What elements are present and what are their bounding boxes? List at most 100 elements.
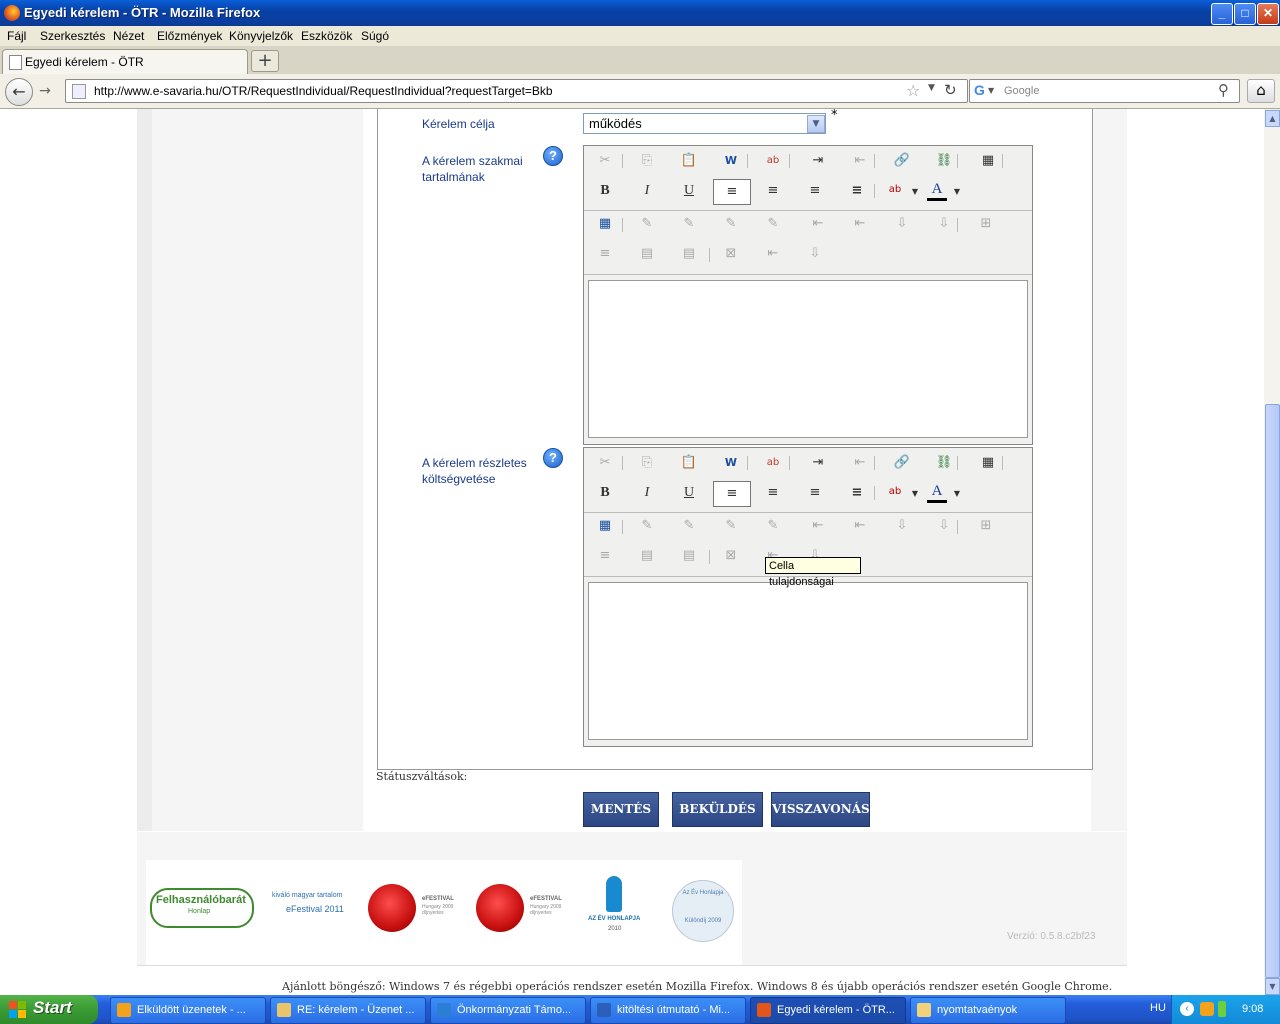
menu-bookmarks[interactable]: Könyvjelzők [229,29,293,43]
link-icon[interactable]: 🔗 [892,151,912,171]
delete-col-icon[interactable]: ⊞ [976,214,996,234]
taskbar-item[interactable]: Egyedi kérelem - ÖTR... [750,997,906,1024]
align-right-button[interactable]: ≡ [805,181,825,201]
efestival-2009-logo-2[interactable]: eFESTIVAL Hungary 2009 díjnyertes [474,884,574,938]
table-split-icon[interactable]: ✎ [763,214,783,234]
withdraw-button[interactable]: VISSZAVONÁS [771,792,870,827]
tray-security-icon[interactable] [1218,1001,1226,1017]
bookmark-star-icon[interactable]: ☆ [906,81,920,100]
table-icon[interactable]: ▦ [978,453,998,473]
underline-button[interactable]: U [679,483,699,503]
table-row-props-icon[interactable]: ✎ [637,214,657,234]
paste-icon[interactable]: 📋 [679,151,699,171]
search-engine-dropdown-icon[interactable]: ▼ [988,86,994,95]
copy-icon[interactable]: ⎘ [637,453,657,473]
bold-button[interactable]: B [595,483,615,503]
new-tab-button[interactable]: + [251,50,279,72]
language-indicator[interactable]: HU [1150,1002,1166,1014]
outdent-icon[interactable]: ⇤ [850,453,870,473]
felhasznalobarat-logo[interactable]: Felhasználóbarát Honlap [150,882,254,930]
clock[interactable]: 9:08 [1242,1003,1263,1015]
underline-button[interactable]: U [679,181,699,201]
link-icon[interactable]: 🔗 [892,453,912,473]
menu-file[interactable]: Fájl [7,29,26,43]
font-color-dropdown-icon[interactable]: ▼ [947,182,967,202]
table-cell-props-icon[interactable]: ✎ [679,214,699,234]
spellcheck-icon[interactable]: ab [763,453,783,473]
help-icon[interactable]: ? [543,448,563,468]
table-merge-icon[interactable]: ✎ [721,214,741,234]
submit-button[interactable]: BEKÜLDÉS [672,792,763,827]
paste-word-icon[interactable]: W [721,453,741,473]
table-icon[interactable]: ▦ [978,151,998,171]
split-cells-icon[interactable]: ≡ [595,546,615,566]
row-before-icon[interactable]: ⇤ [808,214,828,234]
taskbar-item[interactable]: kitöltési útmutató - Mi... [590,997,746,1024]
back-button[interactable]: ← [5,78,33,106]
tray-app-icon[interactable] [1200,1002,1214,1016]
highlight-color-button[interactable]: ab [885,180,905,200]
history-dropdown-icon[interactable]: ▼ [928,83,935,93]
table-split-icon[interactable]: ✎ [763,516,783,536]
minimize-button[interactable]: _ [1211,3,1233,25]
table-merge-icon[interactable]: ✎ [721,516,741,536]
search-icon[interactable]: ⚲ [1218,81,1229,99]
cut-icon[interactable]: ✂ [595,151,615,171]
font-color-button[interactable]: A [927,180,947,201]
az-ev-honlapja-2010-logo[interactable]: AZ ÉV HONLAPJA 2010 [586,876,646,938]
indent-icon[interactable]: ⇥ [808,151,828,171]
italic-button[interactable]: I [637,181,657,201]
address-bar[interactable]: http://www.e-savaria.hu/OTR/RequestIndiv… [65,79,968,103]
table-row-props-icon[interactable]: ✎ [637,516,657,536]
bold-button[interactable]: B [595,181,615,201]
start-button[interactable]: Start [0,995,98,1024]
efestival-2009-logo-1[interactable]: eFESTIVAL Hungary 2009 díjnyertes [366,884,466,938]
align-left-button[interactable]: ≡ [713,481,751,507]
tab-egyedi-kerelem[interactable]: Egyedi kérelem - ÖTR [2,49,248,75]
close-button[interactable]: ✕ [1257,3,1279,25]
tray-expand-icon[interactable]: ‹ [1180,1002,1194,1016]
copy-icon[interactable]: ⎘ [637,151,657,171]
unlink-icon[interactable]: ⛓ [934,453,954,473]
spellcheck-icon[interactable]: ab [763,151,783,171]
delete-row-icon[interactable]: ▤ [679,244,699,264]
scrollbar-thumb[interactable] [1265,404,1280,978]
highlight-color-button[interactable]: ab [885,482,905,502]
home-button[interactable]: ⌂ [1247,79,1275,103]
maximize-button[interactable]: □ [1234,3,1256,25]
highlight-dropdown-icon[interactable]: ▼ [905,182,925,202]
table-cell-props-icon[interactable]: ✎ [679,516,699,536]
google-icon[interactable]: G [974,82,985,98]
taskbar-item[interactable]: RE: kérelem - Üzenet ... [270,997,426,1024]
editor2-text-area[interactable] [588,582,1028,740]
vertical-scrollbar[interactable]: ▲ ▼ [1264,109,1280,995]
search-bar[interactable]: G ▼ Google ⚲ [969,79,1240,103]
italic-button[interactable]: I [637,483,657,503]
insert-col-icon[interactable]: ⇩ [805,244,825,264]
menu-tools[interactable]: Eszközök [301,29,352,43]
font-color-dropdown-icon[interactable]: ▼ [947,484,967,504]
split-cells-icon[interactable]: ≡ [595,244,615,264]
paste-icon[interactable]: 📋 [679,453,699,473]
col-before-icon[interactable]: ⇩ [892,516,912,536]
reload-icon[interactable]: ↻ [944,81,957,99]
taskbar-item[interactable]: Elküldött üzenetek - ... [110,997,266,1024]
efestival-2011-logo[interactable]: kiváló magyar tartalom eFestival 2011 [258,888,354,928]
unlink-icon[interactable]: ⛓ [934,151,954,171]
purpose-select[interactable]: működés ▼ [583,113,826,134]
menu-help[interactable]: Súgó [361,29,389,43]
help-icon[interactable]: ? [543,146,563,166]
delete-table-icon[interactable]: ⊠ [721,244,741,264]
row-after-icon[interactable]: ⇤ [850,516,870,536]
font-color-button[interactable]: A [927,482,947,503]
delete-row-icon[interactable]: ▤ [679,546,699,566]
menu-view[interactable]: Nézet [113,29,144,43]
align-center-button[interactable]: ≡ [763,181,783,201]
merge-cells-icon[interactable]: ▤ [637,546,657,566]
table-insert-icon[interactable]: ▦ [595,214,615,234]
menu-edit[interactable]: Szerkesztés [40,29,105,43]
save-button[interactable]: MENTÉS [583,792,659,827]
delete-table-icon[interactable]: ⊠ [721,546,741,566]
col-before-icon[interactable]: ⇩ [892,214,912,234]
chevron-down-icon[interactable]: ▼ [807,115,825,133]
